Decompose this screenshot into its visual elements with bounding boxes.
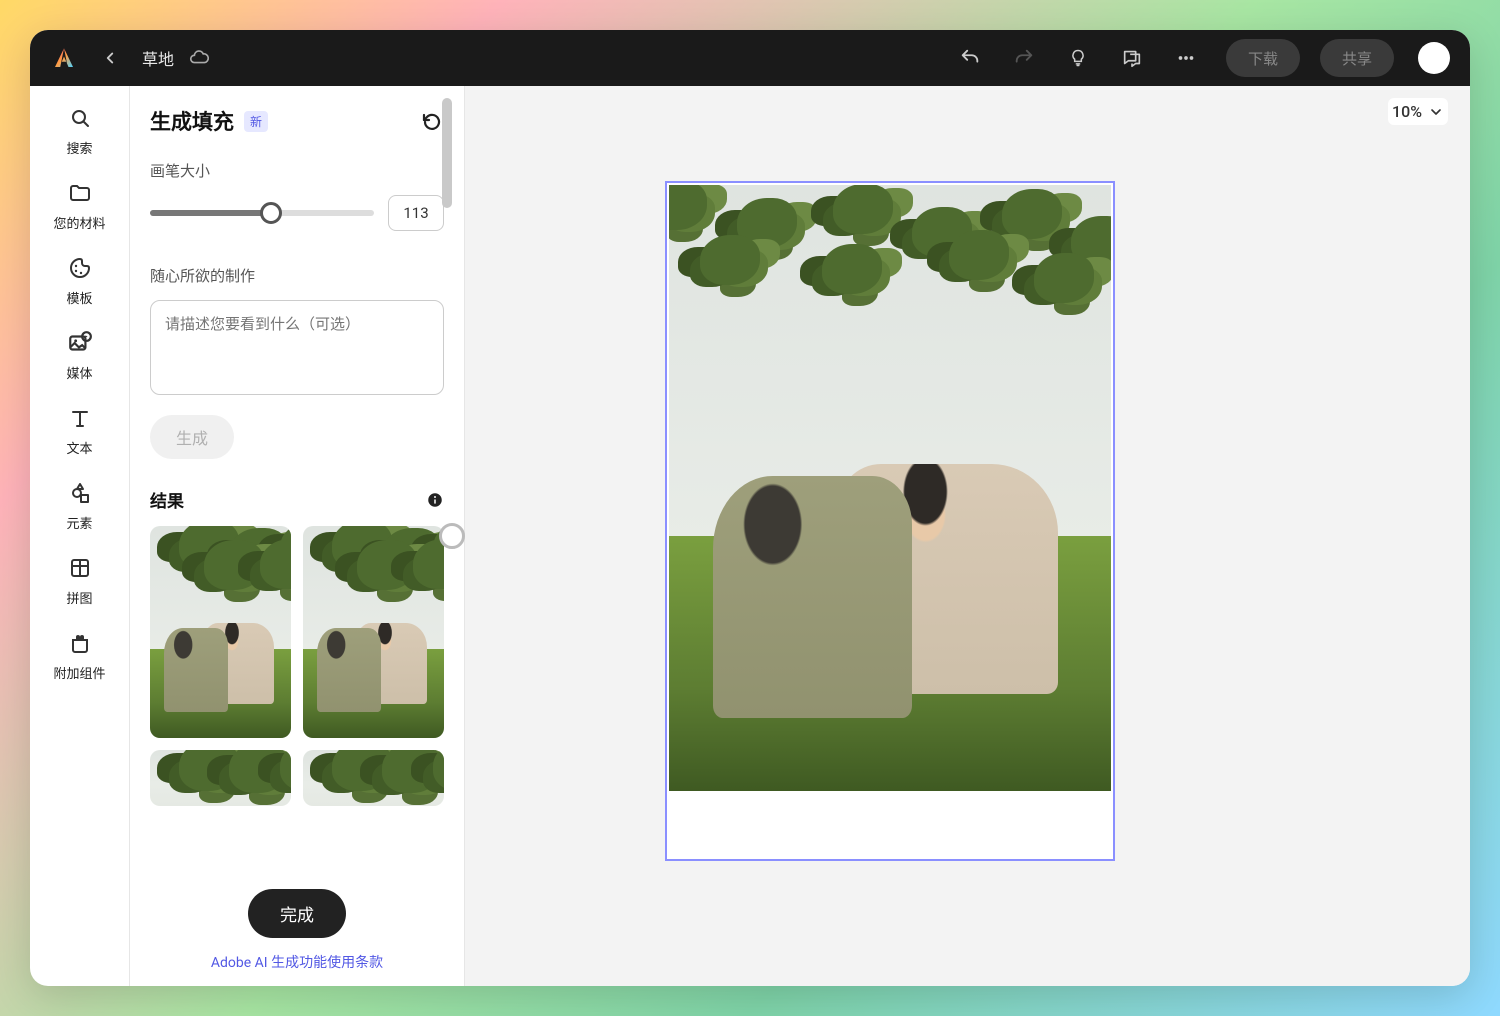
- results-info-button[interactable]: [426, 491, 444, 509]
- rail-item-grids[interactable]: 拼图: [40, 554, 120, 607]
- brush-size-control: 113: [150, 195, 444, 231]
- panel-footer: 完成 Adobe AI 生成功能使用条款: [130, 870, 464, 986]
- generative-fill-panel: 生成填充 新 画笔大小 113 随心所欲的制作: [130, 86, 465, 986]
- brush-size-value[interactable]: 113: [388, 195, 444, 231]
- panel-header: 生成填充 新: [150, 106, 444, 136]
- chevron-left-icon: [101, 49, 119, 67]
- rail-item-text[interactable]: 文本: [40, 404, 120, 457]
- info-icon: [426, 491, 444, 509]
- cloud-sync-icon[interactable]: [188, 47, 210, 69]
- zoom-value: 10%: [1392, 102, 1422, 121]
- reset-button[interactable]: [420, 109, 444, 133]
- template-icon: [66, 254, 94, 282]
- panel-title: 生成填充: [150, 106, 234, 136]
- more-button[interactable]: [1166, 38, 1206, 78]
- document-title[interactable]: 草地: [142, 46, 174, 70]
- canvas-image: [669, 185, 1111, 791]
- undo-button[interactable]: [950, 38, 990, 78]
- panel-scrollbar[interactable]: [442, 98, 452, 208]
- zoom-control[interactable]: 10%: [1388, 98, 1448, 125]
- download-button[interactable]: 下载: [1226, 39, 1300, 77]
- search-icon: [66, 104, 94, 132]
- canvas-selection-frame[interactable]: [665, 181, 1115, 861]
- canvas-area[interactable]: 10%: [465, 86, 1470, 986]
- brush-size-slider[interactable]: [150, 210, 374, 216]
- idea-button[interactable]: [1058, 38, 1098, 78]
- plugin-icon: [66, 629, 94, 657]
- back-button[interactable]: [92, 40, 128, 76]
- app-logo[interactable]: [50, 44, 78, 72]
- undo-icon: [959, 47, 981, 69]
- slider-thumb[interactable]: [260, 202, 282, 224]
- generate-button: 生成: [150, 415, 234, 459]
- results-header: 结果: [150, 487, 444, 512]
- left-rail: 搜索 您的材料 模板 媒体 文本 元素: [30, 86, 130, 986]
- shapes-icon: [66, 479, 94, 507]
- rail-item-media[interactable]: 媒体: [40, 329, 120, 382]
- panel-resize-handle[interactable]: [439, 523, 465, 549]
- rail-item-elements[interactable]: 元素: [40, 479, 120, 532]
- rail-item-search[interactable]: 搜索: [40, 104, 120, 157]
- more-horizontal-icon: [1175, 47, 1197, 69]
- chevron-down-icon: [1428, 104, 1444, 120]
- done-button[interactable]: 完成: [248, 889, 346, 938]
- comment-icon: [1121, 47, 1143, 69]
- user-avatar[interactable]: [1418, 42, 1450, 74]
- grid-icon: [66, 554, 94, 582]
- app-body: 搜索 您的材料 模板 媒体 文本 元素: [30, 86, 1470, 986]
- prompt-input[interactable]: [150, 300, 444, 395]
- result-thumb-4[interactable]: [303, 750, 444, 806]
- lightbulb-icon: [1068, 48, 1088, 68]
- folder-icon: [66, 179, 94, 207]
- redo-button: [1004, 38, 1044, 78]
- results-title: 结果: [150, 487, 184, 512]
- rail-item-addons[interactable]: 附加组件: [40, 629, 120, 682]
- media-icon: [66, 329, 94, 357]
- ai-terms-link[interactable]: Adobe AI 生成功能使用条款: [211, 952, 383, 972]
- app-window: 草地 下载 共享 搜索: [30, 30, 1470, 986]
- result-thumb-1[interactable]: [150, 526, 291, 738]
- redo-icon: [1013, 47, 1035, 69]
- text-icon: [66, 404, 94, 432]
- adobe-express-logo-icon: [52, 46, 76, 70]
- new-badge: 新: [244, 111, 268, 132]
- prompt-section-label: 随心所欲的制作: [150, 265, 444, 286]
- brush-size-label: 画笔大小: [150, 160, 444, 181]
- result-thumb-2[interactable]: [303, 526, 444, 738]
- rail-item-your-stuff[interactable]: 您的材料: [40, 179, 120, 232]
- result-thumb-3[interactable]: [150, 750, 291, 806]
- undo-arc-icon: [420, 109, 444, 133]
- top-bar: 草地 下载 共享: [30, 30, 1470, 86]
- comment-button[interactable]: [1112, 38, 1152, 78]
- share-button[interactable]: 共享: [1320, 39, 1394, 77]
- rail-item-templates[interactable]: 模板: [40, 254, 120, 307]
- results-grid: [150, 526, 444, 806]
